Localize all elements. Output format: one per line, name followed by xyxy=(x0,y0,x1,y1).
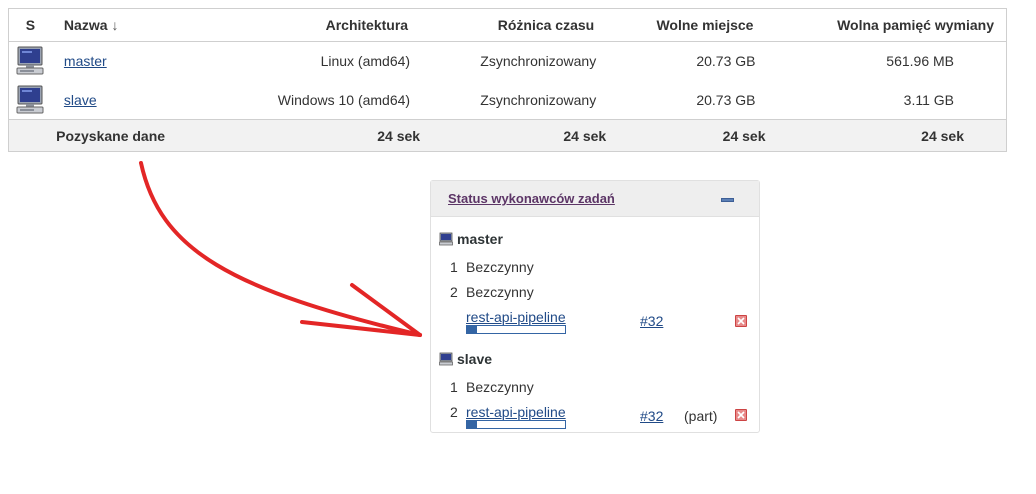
executor-progress-bar[interactable] xyxy=(466,325,566,334)
stop-build-icon[interactable] xyxy=(735,315,747,327)
executor-status-panel: Status wykonawców zadań master 1 Bezczyn… xyxy=(430,180,760,433)
executor-number: 1 xyxy=(450,259,458,275)
collapse-icon[interactable] xyxy=(721,198,734,202)
executor-number: 2 xyxy=(450,284,458,300)
executor-job-link[interactable]: rest-api-pipeline xyxy=(466,404,566,420)
executor-number: 1 xyxy=(450,379,458,395)
executor-progress-bar[interactable] xyxy=(466,420,566,429)
executor-status-idle: Bezczynny xyxy=(466,379,534,395)
executor-part-label: (part) xyxy=(684,408,718,424)
computer-icon xyxy=(439,352,453,366)
executor-build-link[interactable]: #32 xyxy=(640,408,663,424)
stop-build-icon[interactable] xyxy=(735,409,747,421)
executor-node-slave[interactable]: slave xyxy=(439,351,492,367)
executor-status-header: Status wykonawców zadań xyxy=(431,181,759,217)
executor-number: 2 xyxy=(450,404,458,420)
executor-status-idle: Bezczynny xyxy=(466,284,534,300)
progress-fill xyxy=(467,421,477,428)
computer-icon xyxy=(439,232,453,246)
executor-node-master[interactable]: master xyxy=(439,231,503,247)
executor-build-link[interactable]: #32 xyxy=(640,313,663,329)
executor-status-idle: Bezczynny xyxy=(466,259,534,275)
executor-status-title[interactable]: Status wykonawców zadań xyxy=(448,191,615,206)
progress-fill xyxy=(467,326,477,333)
executor-job-link[interactable]: rest-api-pipeline xyxy=(466,309,566,325)
